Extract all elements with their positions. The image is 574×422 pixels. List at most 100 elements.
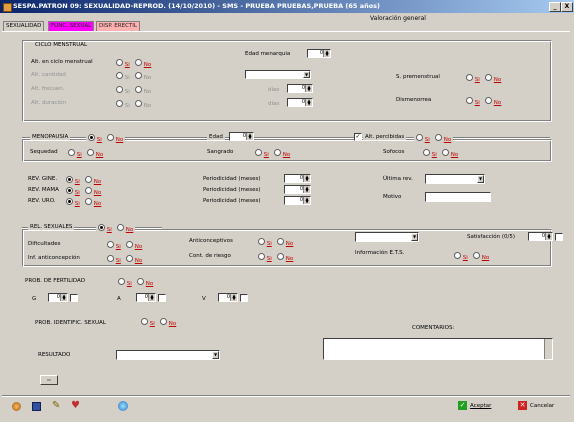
dias-label-1: días — [268, 87, 280, 93]
anticonceptivos-label: Anticonceptivos — [189, 238, 233, 244]
heart-icon[interactable]: ♥ — [71, 400, 80, 411]
save-icon[interactable] — [32, 402, 41, 411]
info-ets-radios[interactable]: Si No — [454, 252, 489, 261]
dias-input-2[interactable]: 0 ▲ ▼ — [287, 98, 313, 107]
g-input[interactable]: 0 ▲ ▼ — [48, 293, 68, 302]
inf-anticoncepcion-label: Inf. anticoncepción — [28, 255, 80, 261]
minimize-button[interactable]: _ — [549, 2, 561, 12]
cont-riesgo-label: Cont. de riesgo — [189, 253, 231, 259]
identific-radios[interactable]: Si No — [141, 318, 176, 327]
s-premenstrual-radios[interactable]: Si No — [466, 74, 501, 83]
dismenorrea-radios[interactable]: Si No — [466, 97, 501, 106]
dificultades-label: Dificultades — [28, 241, 61, 247]
motivo-input[interactable] — [425, 192, 491, 202]
rev-gine-radios[interactable]: Si No — [66, 176, 101, 185]
rel-sexuales-radios[interactable]: Si No — [96, 224, 136, 233]
comentarios-scrollbar[interactable] — [544, 339, 552, 359]
satisfaccion-checkbox[interactable] — [555, 233, 563, 241]
resultado-button[interactable]: ▭ — [40, 375, 58, 385]
periodicidad-mama-input[interactable]: 0 ▲ ▼ — [284, 185, 311, 194]
alt-percibidas-checkbox[interactable]: ✓ — [354, 133, 362, 141]
inf-anticoncepcion-radios[interactable]: Si No — [107, 255, 142, 264]
dificultades-radios[interactable]: Si No — [107, 241, 142, 250]
close-icon: ✕ — [518, 401, 527, 410]
alt-cantidad-label: Alt. cantidad — [31, 72, 66, 78]
a-checkbox[interactable] — [158, 294, 166, 302]
fertilidad-title: PROB. DE FERTILIDAD — [25, 278, 86, 284]
rev-mama-radios[interactable]: Si No — [66, 187, 101, 196]
rev-uro-label: REV. URO. — [28, 198, 56, 204]
chevron-down-icon[interactable]: ▼ — [303, 71, 310, 78]
satisfaccion-input[interactable]: 0 ▲ ▼ — [528, 232, 553, 241]
identific-label: PROB. IDENTIFIC. SEXUAL — [35, 320, 106, 326]
rev-gine-label: REV. GINE. — [28, 176, 58, 182]
s-premenstrual-label: S. premenstrual — [396, 74, 440, 80]
fertilidad-radios[interactable]: Si No — [118, 278, 153, 287]
alt-cantidad-radios[interactable]: Si No — [116, 72, 151, 81]
v-label: V — [202, 296, 206, 302]
dismenorrea-label: Dismenorrea — [396, 97, 432, 103]
sofocos-label: Sofocos — [383, 149, 405, 155]
title-bar: SESPA.PATRON 09: SEXUALIDAD-REPROD. (14/… — [0, 0, 574, 13]
sangrado-radios[interactable]: Si No — [255, 149, 290, 158]
comentarios-label: COMENTARIOS: — [412, 325, 455, 331]
g-label: G — [32, 296, 37, 302]
alt-duracion-radios[interactable]: Si No — [116, 100, 151, 109]
chevron-down-icon[interactable]: ▼ — [212, 351, 219, 359]
motivo-label: Motivo — [383, 194, 402, 200]
alt-frecuencia-radios[interactable]: Si No — [116, 86, 151, 95]
periodicidad-gine-label: Periodicidad (meses) — [203, 176, 261, 182]
ultima-rev-combo[interactable]: ▼ — [425, 174, 485, 184]
anticonceptivos-combo[interactable]: ▼ — [355, 232, 419, 242]
rev-uro-radios[interactable]: Si No — [66, 198, 101, 207]
cancelar-button[interactable]: ✕ Cancelar — [518, 401, 554, 410]
satisfaccion-label: Satisfacción (0/5) — [467, 234, 516, 240]
rev-mama-label: REV. MAMA — [28, 187, 59, 193]
alt-cantidad-combo[interactable]: ▼ — [245, 70, 311, 79]
dias-input-1[interactable]: 0 ▲ ▼ — [287, 84, 313, 93]
comentarios-textarea[interactable] — [323, 338, 553, 360]
pencil-icon[interactable]: ✎ — [52, 400, 60, 411]
sequedad-label: Sequedad — [30, 149, 58, 155]
a-input[interactable]: 0 ▲ ▼ — [136, 293, 156, 302]
alt-percibidas-radios[interactable]: Si No — [414, 134, 454, 143]
cont-riesgo-radios[interactable]: Si No — [258, 253, 293, 262]
edad-menarquia-label: Edad menarquia — [245, 51, 291, 57]
resultado-label: RESULTADO — [38, 352, 71, 358]
edad-menarquia-input[interactable]: 0 ▲ ▼ — [307, 49, 331, 58]
menopausia-edad-input[interactable]: 0 ▲ ▼ — [229, 132, 254, 141]
periodicidad-uro-label: Periodicidad (meses) — [203, 198, 261, 204]
v-checkbox[interactable] — [240, 294, 248, 302]
g-checkbox[interactable] — [70, 294, 78, 302]
chevron-down-icon[interactable]: ▼ — [411, 233, 418, 241]
aceptar-button[interactable]: ✓ Aceptar — [458, 401, 491, 410]
alt-duracion-label: Alt. duración — [31, 100, 66, 106]
close-button[interactable]: X — [561, 2, 573, 12]
resultado-combo[interactable]: ▼ — [116, 350, 220, 360]
chevron-down-icon[interactable]: ▼ — [477, 175, 484, 183]
alt-ciclo-label: Alt. en ciclo menstrual — [31, 59, 93, 65]
periodicidad-mama-label: Periodicidad (meses) — [203, 187, 261, 193]
rel-sexuales-title: REL. SEXUALES — [28, 224, 75, 230]
a-label: A — [117, 296, 121, 302]
menopausia-title: MENOPAUSIA — [30, 134, 71, 140]
app-icon — [3, 3, 12, 12]
sequedad-radios[interactable]: Si No — [68, 149, 103, 158]
alt-percibidas-label: Alt. percibidas — [363, 134, 407, 140]
window-title: SESPA.PATRON 09: SEXUALIDAD-REPROD. (14/… — [13, 2, 381, 10]
radio-no[interactable] — [135, 59, 143, 66]
alt-ciclo-radios[interactable]: Si No — [116, 59, 151, 68]
radio-si[interactable] — [116, 59, 123, 66]
ciclo-title: CICLO MENSTRUAL — [35, 42, 88, 48]
anticonceptivos-radios[interactable]: Si No — [258, 238, 293, 247]
ultima-rev-label: Última rev. — [383, 176, 413, 182]
footer-divider — [2, 395, 570, 397]
v-input[interactable]: 0 ▲ ▼ — [218, 293, 238, 302]
periodicidad-gine-input[interactable]: 0 ▲ ▼ — [284, 174, 311, 183]
menopausia-radios[interactable]: Si No — [86, 134, 126, 143]
periodicidad-uro-input[interactable]: 0 ▲ ▼ — [284, 196, 311, 205]
globe-icon[interactable] — [118, 401, 128, 411]
info-ets-label: Información E.T.S. — [355, 250, 405, 256]
gear-icon[interactable] — [12, 402, 21, 411]
sofocos-radios[interactable]: Si No — [423, 149, 458, 158]
